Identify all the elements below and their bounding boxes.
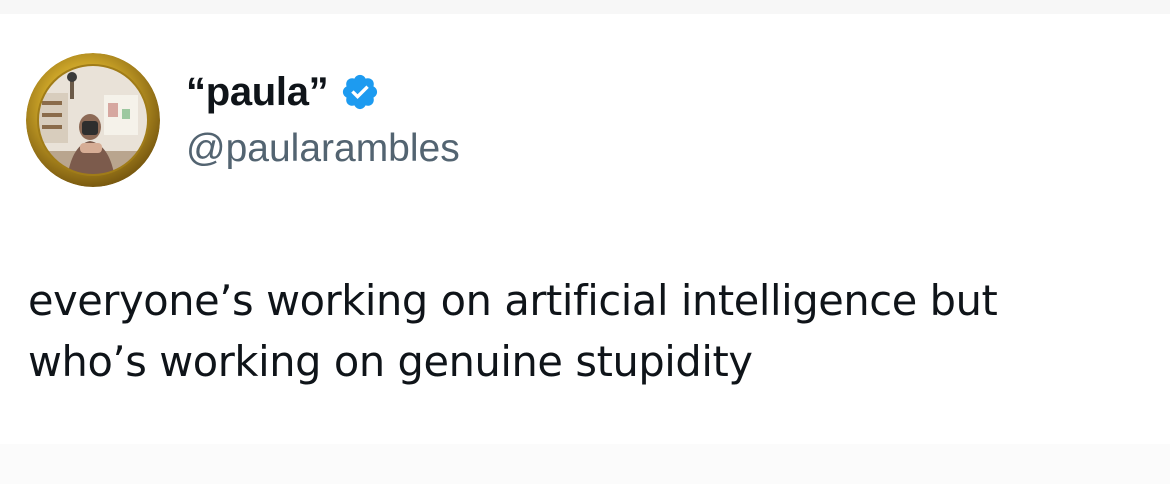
author-block: “paula” @paularambles xyxy=(186,64,460,168)
avatar-photo-icon xyxy=(26,53,160,187)
verified-badge-icon xyxy=(340,72,380,112)
tweet-text-line-2: who’s working on genuine stupidity xyxy=(28,337,753,386)
top-edge xyxy=(0,0,1170,14)
avatar[interactable] xyxy=(26,53,160,187)
author-name-row: “paula” xyxy=(186,64,460,120)
display-name[interactable]: “paula” xyxy=(186,72,329,112)
tweet-text-line-1: everyone’s working on artificial intelli… xyxy=(28,276,998,325)
tweet-text: everyone’s working on artificial intelli… xyxy=(28,270,1138,392)
bottom-edge xyxy=(0,444,1170,484)
tweet-screenshot: “paula” @paularambles everyone’s working… xyxy=(0,0,1170,484)
author-handle[interactable]: @paularambles xyxy=(186,129,460,168)
